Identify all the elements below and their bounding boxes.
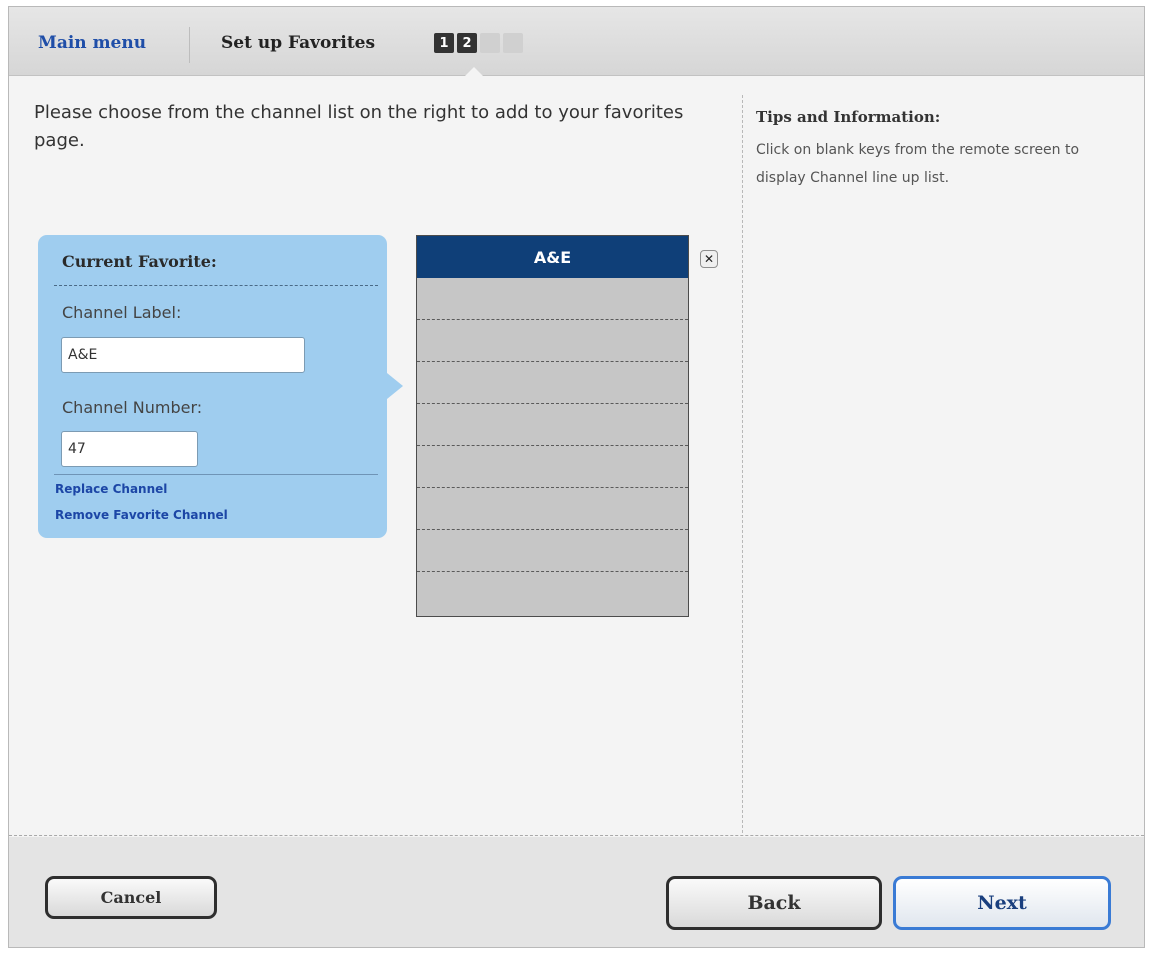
remote-key-slot[interactable] bbox=[417, 278, 688, 320]
remote-key-list: A&E bbox=[416, 235, 689, 617]
panel-pointer bbox=[387, 373, 403, 399]
footer-divider bbox=[9, 835, 1144, 836]
wizard-window: Main menu Set up Favorites 1 2 3 4 Pleas… bbox=[8, 6, 1145, 948]
back-button[interactable]: Back bbox=[666, 876, 882, 930]
remote-key-slot[interactable]: A&E bbox=[417, 236, 688, 278]
panel-divider bbox=[54, 474, 378, 475]
tips-text: Click on blank keys from the remote scre… bbox=[756, 142, 1080, 186]
channel-label-input[interactable] bbox=[61, 337, 305, 373]
remote-key-slot[interactable] bbox=[417, 320, 688, 362]
main-menu-link[interactable]: Main menu bbox=[38, 33, 146, 53]
header-divider bbox=[189, 27, 190, 63]
channel-number-input[interactable] bbox=[61, 431, 198, 467]
step-pointer bbox=[465, 67, 483, 76]
cancel-button[interactable]: Cancel bbox=[45, 876, 217, 919]
current-favorite-title: Current Favorite: bbox=[62, 252, 217, 271]
current-favorite-panel: Current Favorite: Channel Label: Channel… bbox=[38, 235, 387, 538]
tips-title: Tips and Information: bbox=[756, 108, 941, 126]
panel-divider bbox=[54, 285, 378, 286]
header-bar: Main menu Set up Favorites 1 2 3 4 bbox=[9, 7, 1144, 76]
replace-channel-link[interactable]: Replace Channel bbox=[55, 482, 167, 496]
remote-key-slot[interactable] bbox=[417, 530, 688, 572]
close-icon[interactable]: ✕ bbox=[700, 250, 718, 268]
remote-key-slot[interactable] bbox=[417, 488, 688, 530]
instruction-text: Please choose from the channel list on t… bbox=[34, 102, 684, 151]
channel-number-caption: Channel Number: bbox=[62, 398, 203, 417]
remote-key-slot[interactable] bbox=[417, 362, 688, 404]
step-1: 1 bbox=[434, 33, 454, 53]
channel-label-caption: Channel Label: bbox=[62, 303, 182, 322]
remote-key-slot[interactable] bbox=[417, 446, 688, 488]
step-3: 3 bbox=[480, 33, 500, 53]
remote-key-slot[interactable] bbox=[417, 404, 688, 446]
remove-favorite-channel-link[interactable]: Remove Favorite Channel bbox=[55, 508, 228, 522]
next-button[interactable]: Next bbox=[893, 876, 1111, 930]
page-title: Set up Favorites bbox=[221, 33, 376, 53]
remote-key-slot[interactable] bbox=[417, 572, 688, 614]
step-2: 2 bbox=[457, 33, 477, 53]
content-divider bbox=[742, 95, 743, 833]
footer-bar: Cancel Back Next bbox=[9, 837, 1144, 947]
step-4: 4 bbox=[503, 33, 523, 53]
step-indicator: 1 2 3 4 bbox=[434, 33, 523, 53]
